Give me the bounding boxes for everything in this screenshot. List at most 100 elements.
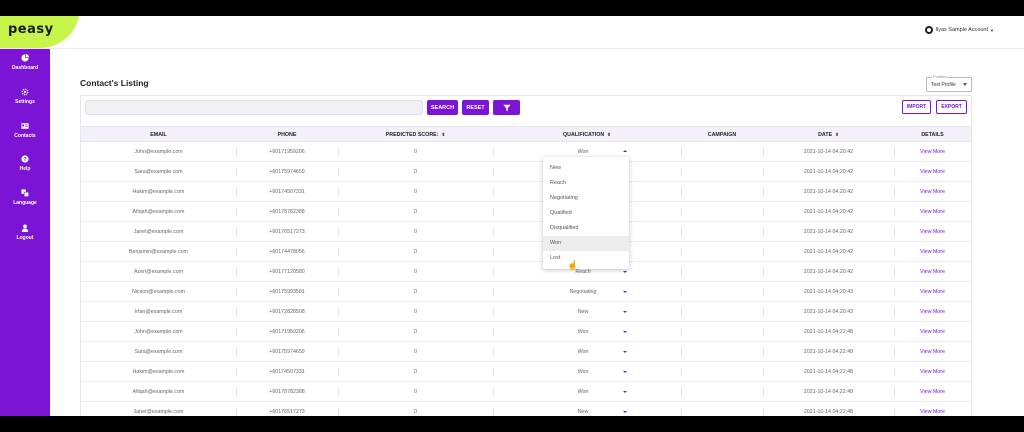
cell-campaign (681, 222, 763, 242)
qualification-caret-icon[interactable] (623, 291, 627, 293)
gear-icon (21, 88, 29, 96)
column-qualification[interactable]: QUALIFICATION ⬍ (493, 127, 681, 143)
cell-score: 0 (414, 389, 417, 395)
cell-qualification[interactable]: Negotiating (533, 282, 633, 302)
column-divider (493, 208, 494, 216)
cell-qualification[interactable]: Won (533, 382, 633, 402)
table-row: Sara@example.com +60175974659 0 Won 2021-10-… (81, 342, 971, 362)
column-divider (493, 328, 494, 336)
cell-campaign (681, 282, 763, 302)
view-more-link[interactable]: View More (894, 202, 971, 222)
dropdown-option-disqualified[interactable]: Disqualified (543, 221, 629, 236)
qualification-caret-icon[interactable] (623, 351, 627, 353)
cell-score: 0 (414, 369, 417, 375)
sidebar-item-language[interactable]: Language (0, 189, 50, 206)
view-more-link[interactable]: View More (894, 322, 971, 342)
table-row: Azeri@example.com +60177120580 0 Reach 2021-… (81, 262, 971, 282)
hand-cursor-icon: ☝ (567, 260, 579, 270)
profile-select[interactable]: Profiles Test Profile (926, 74, 972, 92)
cell-phone: +60174507331 (269, 189, 305, 195)
sidebar-item-help[interactable]: ? Help (0, 155, 50, 172)
dropdown-option-reach[interactable]: Reach (543, 176, 629, 191)
filter-icon (502, 104, 511, 111)
import-button[interactable]: IMPORT (902, 100, 931, 114)
filter-button[interactable] (493, 100, 520, 115)
export-button[interactable]: EXPORT (936, 100, 967, 114)
view-more-link[interactable]: View More (894, 162, 971, 182)
cell-email: John@example.com (134, 149, 183, 155)
cell-score: 0 (414, 289, 417, 295)
dropdown-option-new[interactable]: New (543, 161, 629, 176)
profile-value: Test Profile (931, 82, 956, 88)
column-details: DETAILS (921, 132, 944, 138)
cell-campaign (681, 142, 763, 162)
reset-button[interactable]: RESET (462, 100, 489, 115)
column-divider (493, 408, 494, 416)
cell-date: 2021-10-14 04:22:48 (803, 389, 854, 395)
cell-email: Sara@example.com (134, 169, 183, 175)
cell-phone: +60178782388 (269, 389, 305, 395)
table-row: Janet@example.com +60176517273 0 New 2021-10… (81, 402, 971, 416)
qualification-caret-icon[interactable] (623, 331, 627, 333)
cell-qualification[interactable]: Won (533, 322, 633, 342)
search-input[interactable] (85, 100, 423, 115)
sidebar-item-contacts[interactable]: Contacts (0, 122, 50, 139)
cell-phone: +60172828508 (269, 309, 305, 315)
caret-down-icon: ▼ (990, 27, 994, 33)
cell-date: 2021-10-14 04:20:42 (803, 249, 854, 255)
cell-phone: +60177120580 (269, 269, 305, 275)
sidebar-item-dashboard[interactable]: Dashboard (0, 54, 50, 71)
view-more-link[interactable]: View More (894, 182, 971, 202)
qualification-caret-icon[interactable] (623, 371, 627, 373)
qualification-caret-icon[interactable] (623, 311, 627, 313)
column-date[interactable]: DATE ⬍ (763, 127, 894, 143)
cell-date: 2021-10-14 04:20:42 (803, 169, 854, 175)
view-more-link[interactable]: View More (894, 142, 971, 162)
cell-phone: +60171959206 (269, 149, 305, 155)
table-row: Hakim@example.com +60174507331 0 Won 2021-10… (81, 362, 971, 382)
cell-qualification[interactable]: Won (533, 362, 633, 382)
chevron-down-icon (963, 83, 967, 86)
column-score[interactable]: PREDICTED SCORE: ⬍ (338, 127, 493, 143)
cell-phone: +60171959206 (269, 329, 305, 335)
dropdown-option-negotiating[interactable]: Negotiating (543, 191, 629, 206)
table-body: John@example.com +60171959206 0 Won 2021-10-… (81, 142, 971, 416)
dropdown-option-qualified[interactable]: Qualified (543, 206, 629, 221)
view-more-link[interactable]: View More (894, 262, 971, 282)
search-button[interactable]: SEARCH (427, 100, 458, 115)
view-more-link[interactable]: View More (894, 282, 971, 302)
cell-score: 0 (414, 349, 417, 355)
cell-date: 2021-10-14 04:20:42 (803, 209, 854, 215)
qualification-caret-icon[interactable] (623, 271, 627, 273)
sidebar-item-logout[interactable]: Logout (0, 224, 50, 241)
view-more-link[interactable]: View More (894, 222, 971, 242)
cell-score: 0 (414, 269, 417, 275)
dropdown-option-won[interactable]: Won (543, 236, 629, 251)
cell-phone: +60178782388 (269, 209, 305, 215)
dropdown-option-lost[interactable]: Lost (543, 251, 629, 266)
cell-date: 2021-10-14 04:20:42 (803, 269, 854, 275)
cell-campaign (681, 342, 763, 362)
view-more-link[interactable]: View More (894, 382, 971, 402)
cell-qualification[interactable]: Won (533, 342, 633, 362)
cell-email: John@example.com (134, 329, 183, 335)
cell-date: 2021-10-14 04:22:48 (803, 409, 854, 415)
view-more-link[interactable]: View More (894, 362, 971, 382)
qualification-dropdown[interactable]: New Reach Negotiating Qualified Disquali… (543, 157, 629, 269)
cell-date: 2021-10-14 04:20:42 (803, 149, 854, 155)
cell-qualification[interactable]: New (533, 302, 633, 322)
logo[interactable]: peasy (8, 22, 54, 37)
qualification-caret-icon[interactable] (623, 150, 627, 152)
account-menu[interactable]: Ilyas Sample Account ▼ (925, 26, 994, 34)
view-more-link[interactable]: View More (894, 302, 971, 322)
help-icon: ? (21, 155, 29, 163)
cell-qualification[interactable]: New (533, 402, 633, 416)
qualification-caret-icon[interactable] (623, 391, 627, 393)
view-more-link[interactable]: View More (894, 342, 971, 362)
sidebar-item-settings[interactable]: Settings (0, 88, 50, 105)
table-row: John@example.com +60171959206 0 Won 2021-10-… (81, 142, 971, 162)
view-more-link[interactable]: View More (894, 242, 971, 262)
cell-phone: +60175974659 (269, 169, 305, 175)
view-more-link[interactable]: View More (894, 402, 971, 416)
qualification-caret-icon[interactable] (623, 411, 627, 413)
